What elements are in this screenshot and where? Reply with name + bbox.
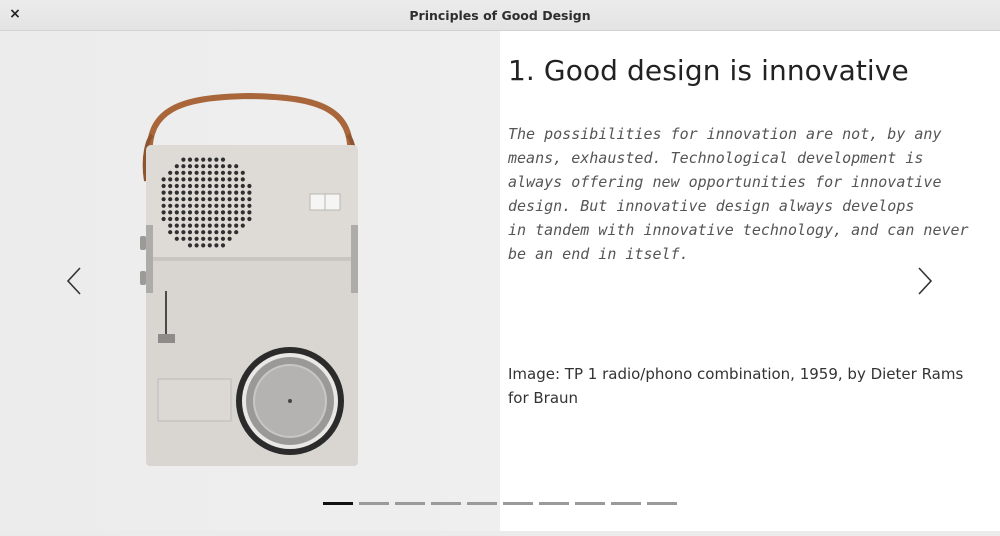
pager-dot[interactable] (395, 502, 425, 505)
pager-dot[interactable] (431, 502, 461, 505)
chevron-left-icon[interactable] (62, 266, 86, 296)
window-title: Principles of Good Design (409, 8, 591, 23)
chevron-right-icon[interactable] (913, 266, 937, 296)
body-line: in tandem with innovative technology, an… (508, 221, 969, 239)
body-line: design. But innovative design always dev… (508, 197, 915, 215)
slide-body: The possibilities for innovation are not… (508, 122, 988, 266)
pager-dot[interactable] (647, 502, 677, 505)
pager-dot[interactable] (323, 502, 353, 505)
image-pane (0, 31, 500, 531)
body-line: always offering new opportunities for in… (508, 173, 942, 191)
pager-dot[interactable] (539, 502, 569, 505)
pager-dot[interactable] (503, 502, 533, 505)
pager-dot[interactable] (611, 502, 641, 505)
body-line: be an end in itself. (508, 245, 689, 263)
body-line: The possibilities for innovation are not… (508, 125, 942, 143)
slide-heading: 1. Good design is innovative (508, 54, 909, 87)
pager-dot[interactable] (575, 502, 605, 505)
pager-dot[interactable] (467, 502, 497, 505)
body-line: means, exhausted. Technological developm… (508, 149, 924, 167)
image-caption: Image: TP 1 radio/phono combination, 195… (508, 365, 964, 407)
pager-dot[interactable] (359, 502, 389, 505)
window-titlebar: × Principles of Good Design (0, 0, 1000, 31)
